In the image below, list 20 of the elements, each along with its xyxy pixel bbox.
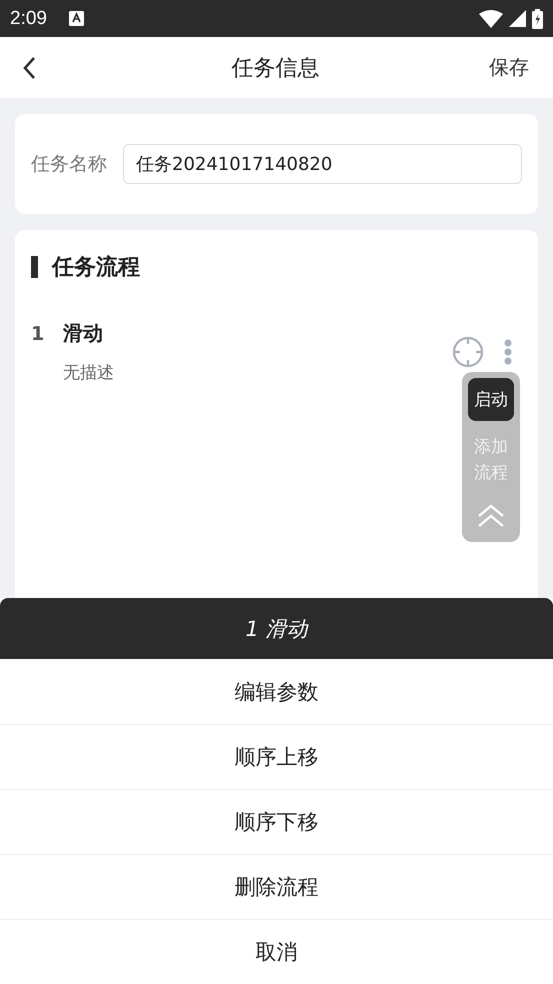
page-title: 任务信息 — [232, 54, 320, 82]
crosshair-icon[interactable] — [452, 336, 484, 368]
battery-icon — [532, 8, 543, 28]
step-number: 1 — [31, 322, 46, 344]
start-button[interactable]: 启动 — [468, 378, 514, 421]
step-name: 滑动 — [63, 320, 104, 347]
collapse-icon[interactable] — [477, 504, 505, 528]
section-title: 任务流程 — [52, 254, 140, 282]
field-label: 任务名称 — [31, 152, 107, 177]
status-time: 2:09 — [10, 8, 47, 30]
signal-icon — [509, 10, 526, 27]
keyboard-icon — [68, 11, 84, 26]
wifi-icon — [479, 10, 503, 28]
task-name-field[interactable]: 任务20241017140820 — [123, 144, 522, 184]
save-button[interactable]: 保存 — [485, 54, 529, 81]
more-icon[interactable] — [504, 339, 512, 365]
step-description: 无描述 — [63, 362, 115, 384]
back-icon[interactable] — [22, 56, 36, 80]
sheet-title: 1 滑动 — [245, 616, 308, 642]
section-marker — [31, 256, 38, 278]
